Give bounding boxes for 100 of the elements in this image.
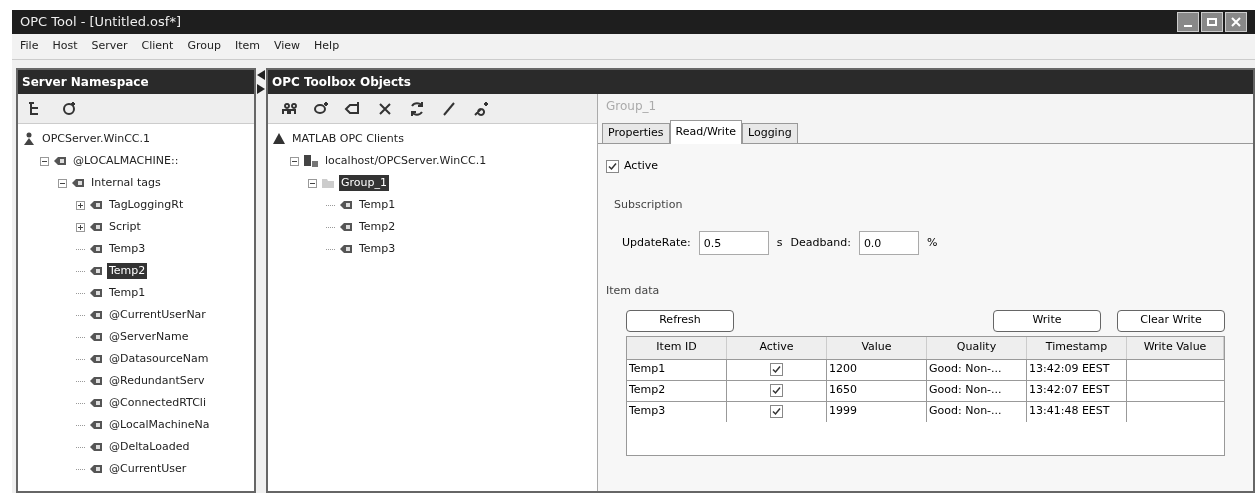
update-rate-field[interactable]: 0.5 — [698, 231, 769, 255]
unit-label: s — [776, 234, 783, 251]
column-header[interactable]: Write Value — [1127, 336, 1224, 359]
tag-icon — [89, 354, 103, 364]
tag-icon — [89, 310, 103, 320]
deadband-field[interactable]: 0.0 — [858, 231, 919, 255]
tree-item[interactable]: Temp3 — [107, 240, 148, 258]
expander-icon[interactable] — [290, 156, 299, 166]
column-header[interactable]: Quality — [927, 336, 1027, 359]
table-cell: 1200 — [827, 359, 927, 380]
tree-item[interactable]: @CurrentUser — [107, 460, 189, 478]
tree-item[interactable]: Temp1 — [107, 284, 148, 302]
field-label: Deadband: — [790, 234, 851, 251]
section-title: Item data — [606, 283, 661, 299]
tree-item[interactable]: Script — [107, 218, 143, 236]
tree-item[interactable]: @RedundantServ — [107, 372, 207, 390]
folder-icon — [321, 177, 335, 189]
column-header[interactable]: Active — [727, 336, 827, 359]
menu-item[interactable]: Server — [91, 38, 128, 55]
menu-item[interactable]: View — [273, 38, 301, 55]
row-checkbox[interactable] — [770, 405, 783, 418]
tree-item[interactable]: @ServerName — [107, 328, 191, 346]
expander-icon[interactable] — [58, 178, 67, 188]
expander-icon[interactable] — [76, 200, 85, 210]
row-checkbox[interactable] — [770, 384, 783, 397]
column-header[interactable]: Value — [827, 336, 927, 359]
table-cell: 1999 — [827, 401, 927, 422]
tag-icon — [89, 244, 103, 254]
tree-item[interactable]: @CurrentUserNar — [107, 306, 208, 324]
tree-item[interactable]: @DatasourceNam — [107, 350, 211, 368]
person-icon — [22, 132, 36, 146]
table-cell: 13:42:07 EEST — [1027, 380, 1127, 401]
refresh-icon[interactable] — [408, 99, 426, 118]
tag-icon — [339, 200, 353, 210]
menu-item[interactable]: File — [20, 38, 39, 55]
menu-item[interactable]: Item — [234, 38, 260, 55]
tag-icon — [89, 464, 103, 474]
tag-icon — [53, 156, 67, 166]
expander-icon[interactable] — [76, 222, 85, 232]
table-cell: Temp3 — [627, 401, 727, 422]
tree-item[interactable]: @ConnectedRTCli — [107, 394, 208, 412]
tag-icon — [89, 332, 103, 342]
checkbox-label: Active — [624, 158, 659, 174]
row-checkbox[interactable] — [770, 363, 783, 376]
clear-write-button[interactable]: Clear Write — [1117, 309, 1225, 332]
tree-item[interactable]: OPCServer.WinCC.1 — [40, 130, 153, 148]
tree-item[interactable]: Internal tags — [89, 174, 163, 192]
active-checkbox[interactable] — [606, 159, 619, 173]
tag-icon — [71, 178, 85, 188]
tree-item[interactable]: Temp3 — [357, 240, 398, 258]
table-cell: Temp2 — [627, 380, 727, 401]
tag-icon — [89, 420, 103, 430]
minimize-button[interactable] — [1177, 12, 1199, 32]
tag-icon — [89, 222, 103, 232]
menu-item[interactable]: Group — [187, 38, 221, 55]
tag-icon — [89, 266, 103, 276]
tree-item[interactable]: TagLoggingRt — [107, 196, 186, 214]
table-cell: Good: Non-... — [927, 380, 1027, 401]
tag-icon — [89, 376, 103, 386]
tree-item[interactable]: @LocalMachineNa — [107, 416, 212, 434]
table-cell: Temp1 — [627, 359, 727, 380]
menu-item[interactable]: Help — [314, 38, 340, 55]
tree-item[interactable]: Temp2 — [357, 218, 398, 236]
unit-label: % — [926, 234, 938, 251]
tag-icon — [339, 244, 353, 254]
column-header[interactable]: Item ID — [627, 336, 727, 359]
tree-item[interactable]: @LOCALMACHINE:: — [71, 152, 181, 170]
column-header[interactable]: Timestamp — [1027, 336, 1127, 359]
expander-icon[interactable] — [308, 178, 317, 188]
tree-item[interactable]: localhost/OPCServer.WinCC.1 — [323, 152, 489, 170]
tag-icon — [89, 398, 103, 408]
tree-item[interactable]: Temp2 — [107, 262, 148, 280]
tree-item[interactable]: Group_1 — [339, 174, 389, 192]
tab[interactable]: Logging — [742, 123, 798, 143]
table-cell: Good: Non-... — [927, 401, 1027, 422]
tag-icon — [89, 200, 103, 210]
window-title: OPC Tool - [Untitled.osf*] — [20, 13, 181, 32]
tab[interactable]: Properties — [602, 123, 670, 143]
close-button[interactable] — [1225, 12, 1247, 32]
tag-icon — [89, 442, 103, 452]
table-cell: 13:41:48 EEST — [1027, 401, 1127, 422]
menu-item[interactable]: Client — [141, 38, 174, 55]
write-button[interactable]: Write — [993, 309, 1101, 332]
tree-item[interactable]: MATLAB OPC Clients — [290, 130, 406, 148]
expander-icon[interactable] — [40, 156, 49, 166]
section-title: Subscription — [614, 196, 684, 213]
tree-item[interactable]: @DeltaLoaded — [107, 438, 192, 456]
table-cell: 13:42:09 EEST — [1027, 359, 1127, 380]
field-label: UpdateRate: — [622, 234, 691, 251]
panel-title: OPC Toolbox Objects — [268, 70, 1253, 94]
table-cell: 1650 — [827, 380, 927, 401]
group-title: Group_1 — [605, 98, 658, 115]
tree-item[interactable]: Temp1 — [357, 196, 398, 214]
tag-icon — [339, 222, 353, 232]
panel-title: Server Namespace — [18, 70, 254, 94]
menu-item[interactable]: Host — [52, 38, 78, 55]
maximize-button[interactable] — [1201, 12, 1223, 32]
tab[interactable]: Read/Write — [669, 120, 742, 144]
add-icon[interactable] — [60, 99, 78, 118]
refresh-button[interactable]: Refresh — [626, 309, 734, 332]
